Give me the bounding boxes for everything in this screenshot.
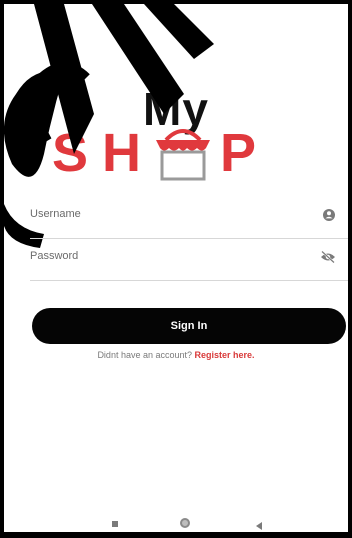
sign-in-button[interactable]: Sign In xyxy=(32,308,346,344)
square-icon[interactable] xyxy=(112,518,118,527)
circle-icon[interactable] xyxy=(180,518,190,528)
register-link[interactable]: Register here. xyxy=(195,350,255,360)
password-input[interactable]: Password xyxy=(30,250,78,262)
register-prompt: Didnt have an account? Register here. xyxy=(4,350,348,360)
phone-screen: My S H P Username Password Sign In Didnt… xyxy=(0,0,352,538)
password-field[interactable]: Password xyxy=(30,246,348,281)
eye-off-icon[interactable] xyxy=(320,250,336,264)
register-prompt-text: Didnt have an account? xyxy=(97,350,193,360)
person-circle-icon xyxy=(323,209,335,221)
android-nav-bar xyxy=(4,512,348,532)
username-field[interactable]: Username xyxy=(30,204,348,239)
back-triangle-icon[interactable] xyxy=(254,518,264,532)
username-input[interactable]: Username xyxy=(30,208,81,220)
